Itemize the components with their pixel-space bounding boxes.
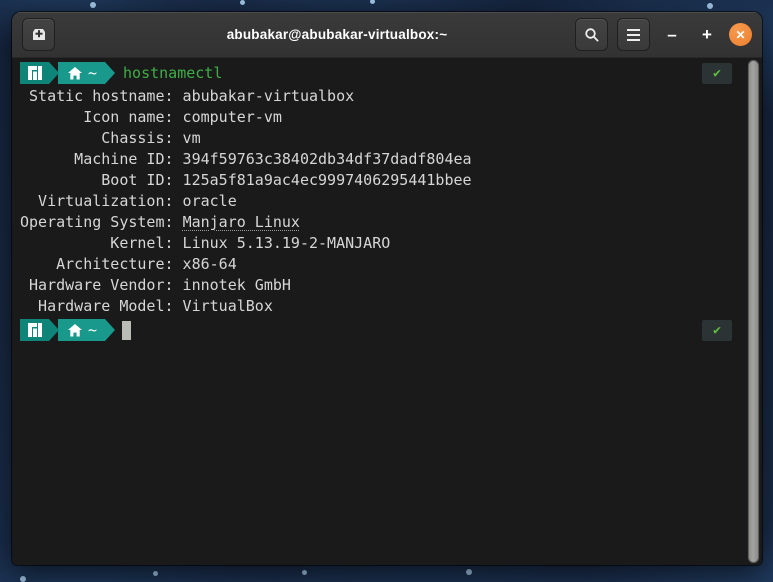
status-badge: ✔ xyxy=(702,62,732,84)
prompt-path-segment: ~ xyxy=(58,319,106,341)
output-line: Machine ID: 394f59763c38402db34df37dadf8… xyxy=(20,150,472,168)
output-line: Icon name: computer-vm xyxy=(20,108,282,126)
terminal-hyperlink[interactable]: Manjaro Linux xyxy=(183,213,300,231)
terminal-screen[interactable]: ~ hostnamectl ✔ Static hostname: abubaka… xyxy=(12,58,762,565)
prompt-path: ~ xyxy=(88,63,98,82)
output-line: Virtualization: oracle xyxy=(20,192,237,210)
home-icon xyxy=(68,323,82,337)
scrollbar-thumb[interactable] xyxy=(748,60,759,563)
prompt-distro-segment xyxy=(20,319,49,341)
output-line: Hardware Model: VirtualBox xyxy=(20,297,273,315)
prompt-distro-segment xyxy=(20,62,49,84)
titlebar: abubakar@abubakar-virtualbox:~ – + ✕ xyxy=(12,12,762,58)
wallpaper-dot xyxy=(20,576,26,582)
output-line: Architecture: x86-64 xyxy=(20,255,237,273)
powerline-chevron xyxy=(105,319,116,341)
wallpaper-dot xyxy=(302,570,307,575)
prompt-path-segment: ~ xyxy=(58,62,106,84)
desktop-background: abubakar@abubakar-virtualbox:~ – + ✕ ~ h… xyxy=(0,0,773,582)
wallpaper-dot xyxy=(153,571,158,576)
powerline-chevron xyxy=(49,62,59,84)
prompt-path: ~ xyxy=(88,320,98,339)
maximize-button[interactable]: + xyxy=(694,22,720,48)
tab-new-icon xyxy=(31,27,47,42)
prompt-row: ~ ✔ xyxy=(20,319,762,341)
checkmark-icon: ✔ xyxy=(713,322,721,338)
output-line: Boot ID: 125a5f81a9ac4ec9997406295441bbe… xyxy=(20,171,472,189)
output-line: Static hostname: abubakar-virtualbox xyxy=(20,87,355,105)
output-line: Kernel: Linux 5.13.19-2-MANJARO xyxy=(20,234,391,252)
search-icon xyxy=(584,27,600,43)
titlebar-controls: – + ✕ xyxy=(575,18,752,51)
terminal-window: abubakar@abubakar-virtualbox:~ – + ✕ ~ h… xyxy=(12,12,762,565)
wallpaper-dot xyxy=(90,2,96,8)
output-line: Chassis: vm xyxy=(20,129,201,147)
hamburger-menu-icon xyxy=(627,28,640,41)
prompt-row: ~ hostnamectl ✔ xyxy=(20,62,762,84)
powerline-chevron xyxy=(49,319,59,341)
manjaro-logo-icon xyxy=(28,66,42,80)
close-icon: ✕ xyxy=(735,27,746,42)
wallpaper-dot xyxy=(370,0,375,4)
wallpaper-dot xyxy=(466,569,472,575)
output-line: Hardware Vendor: innotek GmbH xyxy=(20,276,291,294)
checkmark-icon: ✔ xyxy=(713,65,721,81)
menu-button[interactable] xyxy=(617,18,650,51)
output-line: Operating System: Manjaro Linux xyxy=(20,213,300,231)
home-icon xyxy=(68,66,82,80)
window-title: abubakar@abubakar-virtualbox:~ xyxy=(226,27,448,42)
scrollbar[interactable] xyxy=(747,59,760,564)
wallpaper-dot xyxy=(707,3,713,9)
minimize-button[interactable]: – xyxy=(659,22,685,48)
new-tab-button[interactable] xyxy=(22,18,55,51)
wallpaper-dot xyxy=(240,0,245,5)
terminal-output: Static hostname: abubakar-virtualbox Ico… xyxy=(20,86,762,317)
search-button[interactable] xyxy=(575,18,608,51)
command-text: hostnamectl xyxy=(123,63,223,82)
terminal-cursor xyxy=(122,320,132,340)
powerline-chevron xyxy=(105,62,116,84)
manjaro-logo-icon xyxy=(28,323,42,337)
close-button[interactable]: ✕ xyxy=(729,23,752,46)
status-badge: ✔ xyxy=(702,319,732,341)
